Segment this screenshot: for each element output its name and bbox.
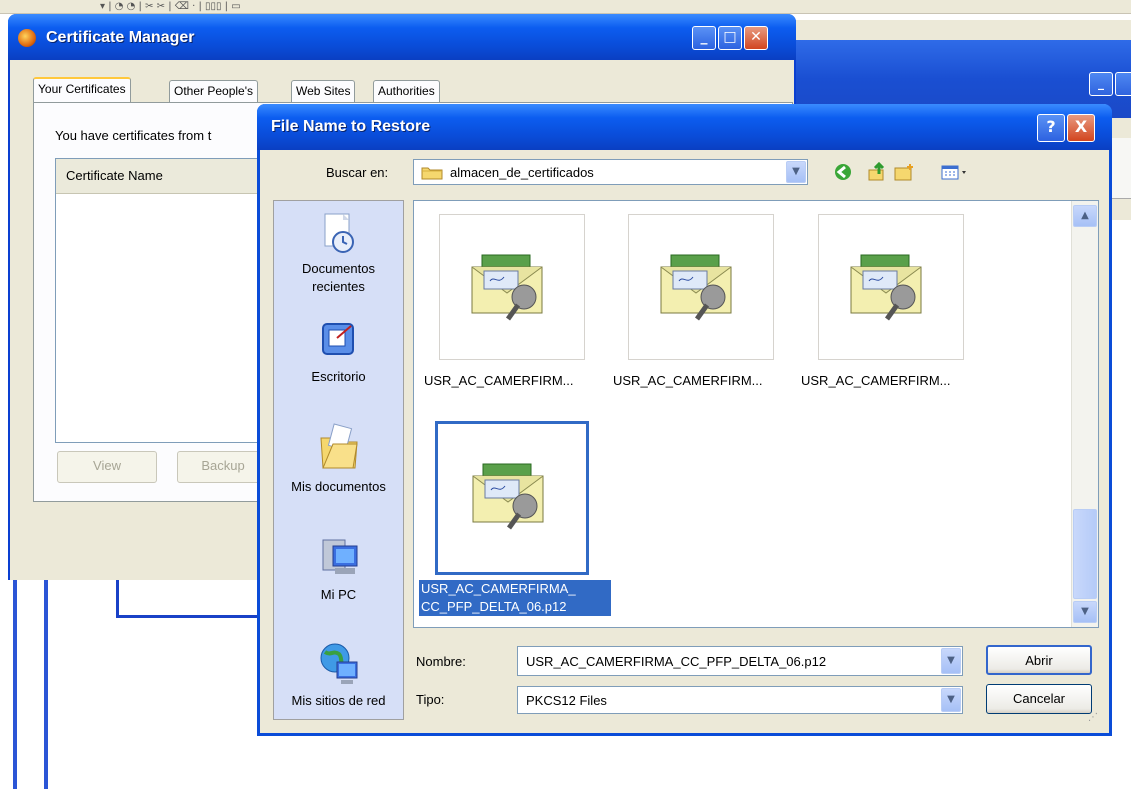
place-label: Documentos: [302, 261, 375, 276]
file-label[interactable]: USR_AC_CAMERFIRM...: [613, 373, 763, 388]
place-my-documents[interactable]: Mis documentos: [273, 422, 404, 496]
scroll-down-icon[interactable]: ▼: [1073, 601, 1097, 623]
look-in-combo[interactable]: almacen_de_certificados ▼: [413, 159, 808, 185]
my-computer-icon: [319, 534, 359, 582]
file-label-selected[interactable]: USR_AC_CAMERFIRMA_ CC_PFP_DELTA_06.p12: [419, 580, 611, 616]
close-button[interactable]: ✕: [744, 26, 768, 50]
chevron-down-icon[interactable]: ▼: [941, 648, 961, 674]
view-button[interactable]: View: [57, 451, 157, 483]
my-documents-icon: [319, 422, 359, 474]
chevron-down-icon[interactable]: ▼: [941, 688, 961, 712]
minimize-button[interactable]: _: [692, 26, 716, 50]
certificate-file-icon: [471, 254, 543, 321]
file-label[interactable]: USR_AC_CAMERFIRM...: [424, 373, 574, 388]
certificate-manager-title: Certificate Manager: [46, 29, 195, 46]
file-dialog-title: File Name to Restore: [271, 118, 431, 135]
filetype-value: PKCS12 Files: [526, 693, 607, 708]
certificates-description: You have certificates from t: [55, 128, 212, 143]
place-recent-documents[interactable]: Documentos recientes: [273, 212, 404, 296]
filetype-select[interactable]: PKCS12 Files ▼: [517, 686, 963, 714]
maximize-button[interactable]: □: [718, 26, 742, 50]
file-label[interactable]: USR_AC_CAMERFIRM...: [801, 373, 951, 388]
chevron-down-icon[interactable]: ▼: [786, 161, 806, 183]
background-frame: [116, 580, 264, 618]
new-folder-icon[interactable]: [893, 162, 915, 184]
recent-documents-icon: [319, 212, 359, 256]
look-in-value: almacen_de_certificados: [450, 165, 594, 180]
certificate-file-icon: [472, 463, 544, 530]
scroll-up-icon[interactable]: ▲: [1073, 205, 1097, 227]
place-label: Mi PC: [320, 587, 357, 602]
firefox-app-icon: [18, 29, 36, 47]
filename-label: Nombre:: [416, 654, 466, 669]
place-network-places[interactable]: Mis sitios de red: [273, 640, 404, 710]
certificate-file-icon: [660, 254, 732, 321]
place-label: Mis sitios de red: [291, 693, 386, 708]
filename-input[interactable]: USR_AC_CAMERFIRMA_CC_PFP_DELTA_06.p12 ▼: [517, 646, 963, 676]
column-header-certificate-name[interactable]: Certificate Name: [56, 159, 264, 194]
place-desktop[interactable]: Escritorio: [273, 320, 404, 386]
file-item-selected[interactable]: [435, 421, 589, 575]
background-minimize-icon[interactable]: _: [1089, 72, 1113, 96]
background-toolbar: ▾ | ◔ ◔ | ✂ ✂ | ⌫ · | ▯▯▯ | ▭: [0, 0, 1131, 14]
back-icon[interactable]: [832, 162, 854, 184]
background-maximize-icon[interactable]: [1115, 72, 1131, 96]
desktop-icon: [319, 320, 359, 364]
filetype-label: Tipo:: [416, 692, 445, 707]
view-menu-icon[interactable]: [938, 162, 972, 184]
up-folder-icon[interactable]: [866, 161, 888, 184]
dialog-close-button[interactable]: X: [1067, 114, 1095, 142]
help-button[interactable]: ?: [1037, 114, 1065, 142]
place-label: Escritorio: [311, 369, 366, 384]
scroll-thumb[interactable]: [1073, 509, 1097, 599]
background-divider: [13, 560, 17, 789]
toolbar-glyph-icon: ▾ | ◔ ◔ | ✂ ✂ | ⌫ · | ▯▯▯ | ▭: [100, 1, 241, 12]
place-label: recientes: [312, 279, 365, 294]
backup-button[interactable]: Backup: [177, 451, 269, 483]
cancel-button[interactable]: Cancelar: [986, 684, 1092, 714]
certificate-list[interactable]: Certificate Name: [55, 158, 265, 443]
network-places-icon: [319, 640, 359, 688]
file-item[interactable]: [439, 214, 585, 360]
open-button[interactable]: Abrir: [986, 645, 1092, 675]
background-divider: [44, 560, 48, 789]
file-dialog-titlebar: File Name to Restore ? X: [257, 104, 1112, 150]
folder-icon: [421, 165, 443, 180]
look-in-label: Buscar en:: [326, 165, 389, 180]
vertical-scrollbar[interactable]: ▲ ▼: [1071, 201, 1098, 627]
place-my-computer[interactable]: Mi PC: [273, 534, 404, 604]
place-label: Mis documentos: [291, 479, 386, 494]
filename-value: USR_AC_CAMERFIRMA_CC_PFP_DELTA_06.p12: [526, 654, 827, 669]
resize-grip-icon[interactable]: ⋰: [1088, 712, 1102, 726]
file-item[interactable]: [628, 214, 774, 360]
certificate-file-icon: [850, 254, 922, 321]
file-item[interactable]: [818, 214, 964, 360]
certificate-manager-titlebar: Certificate Manager _ □ ✕: [8, 14, 796, 60]
